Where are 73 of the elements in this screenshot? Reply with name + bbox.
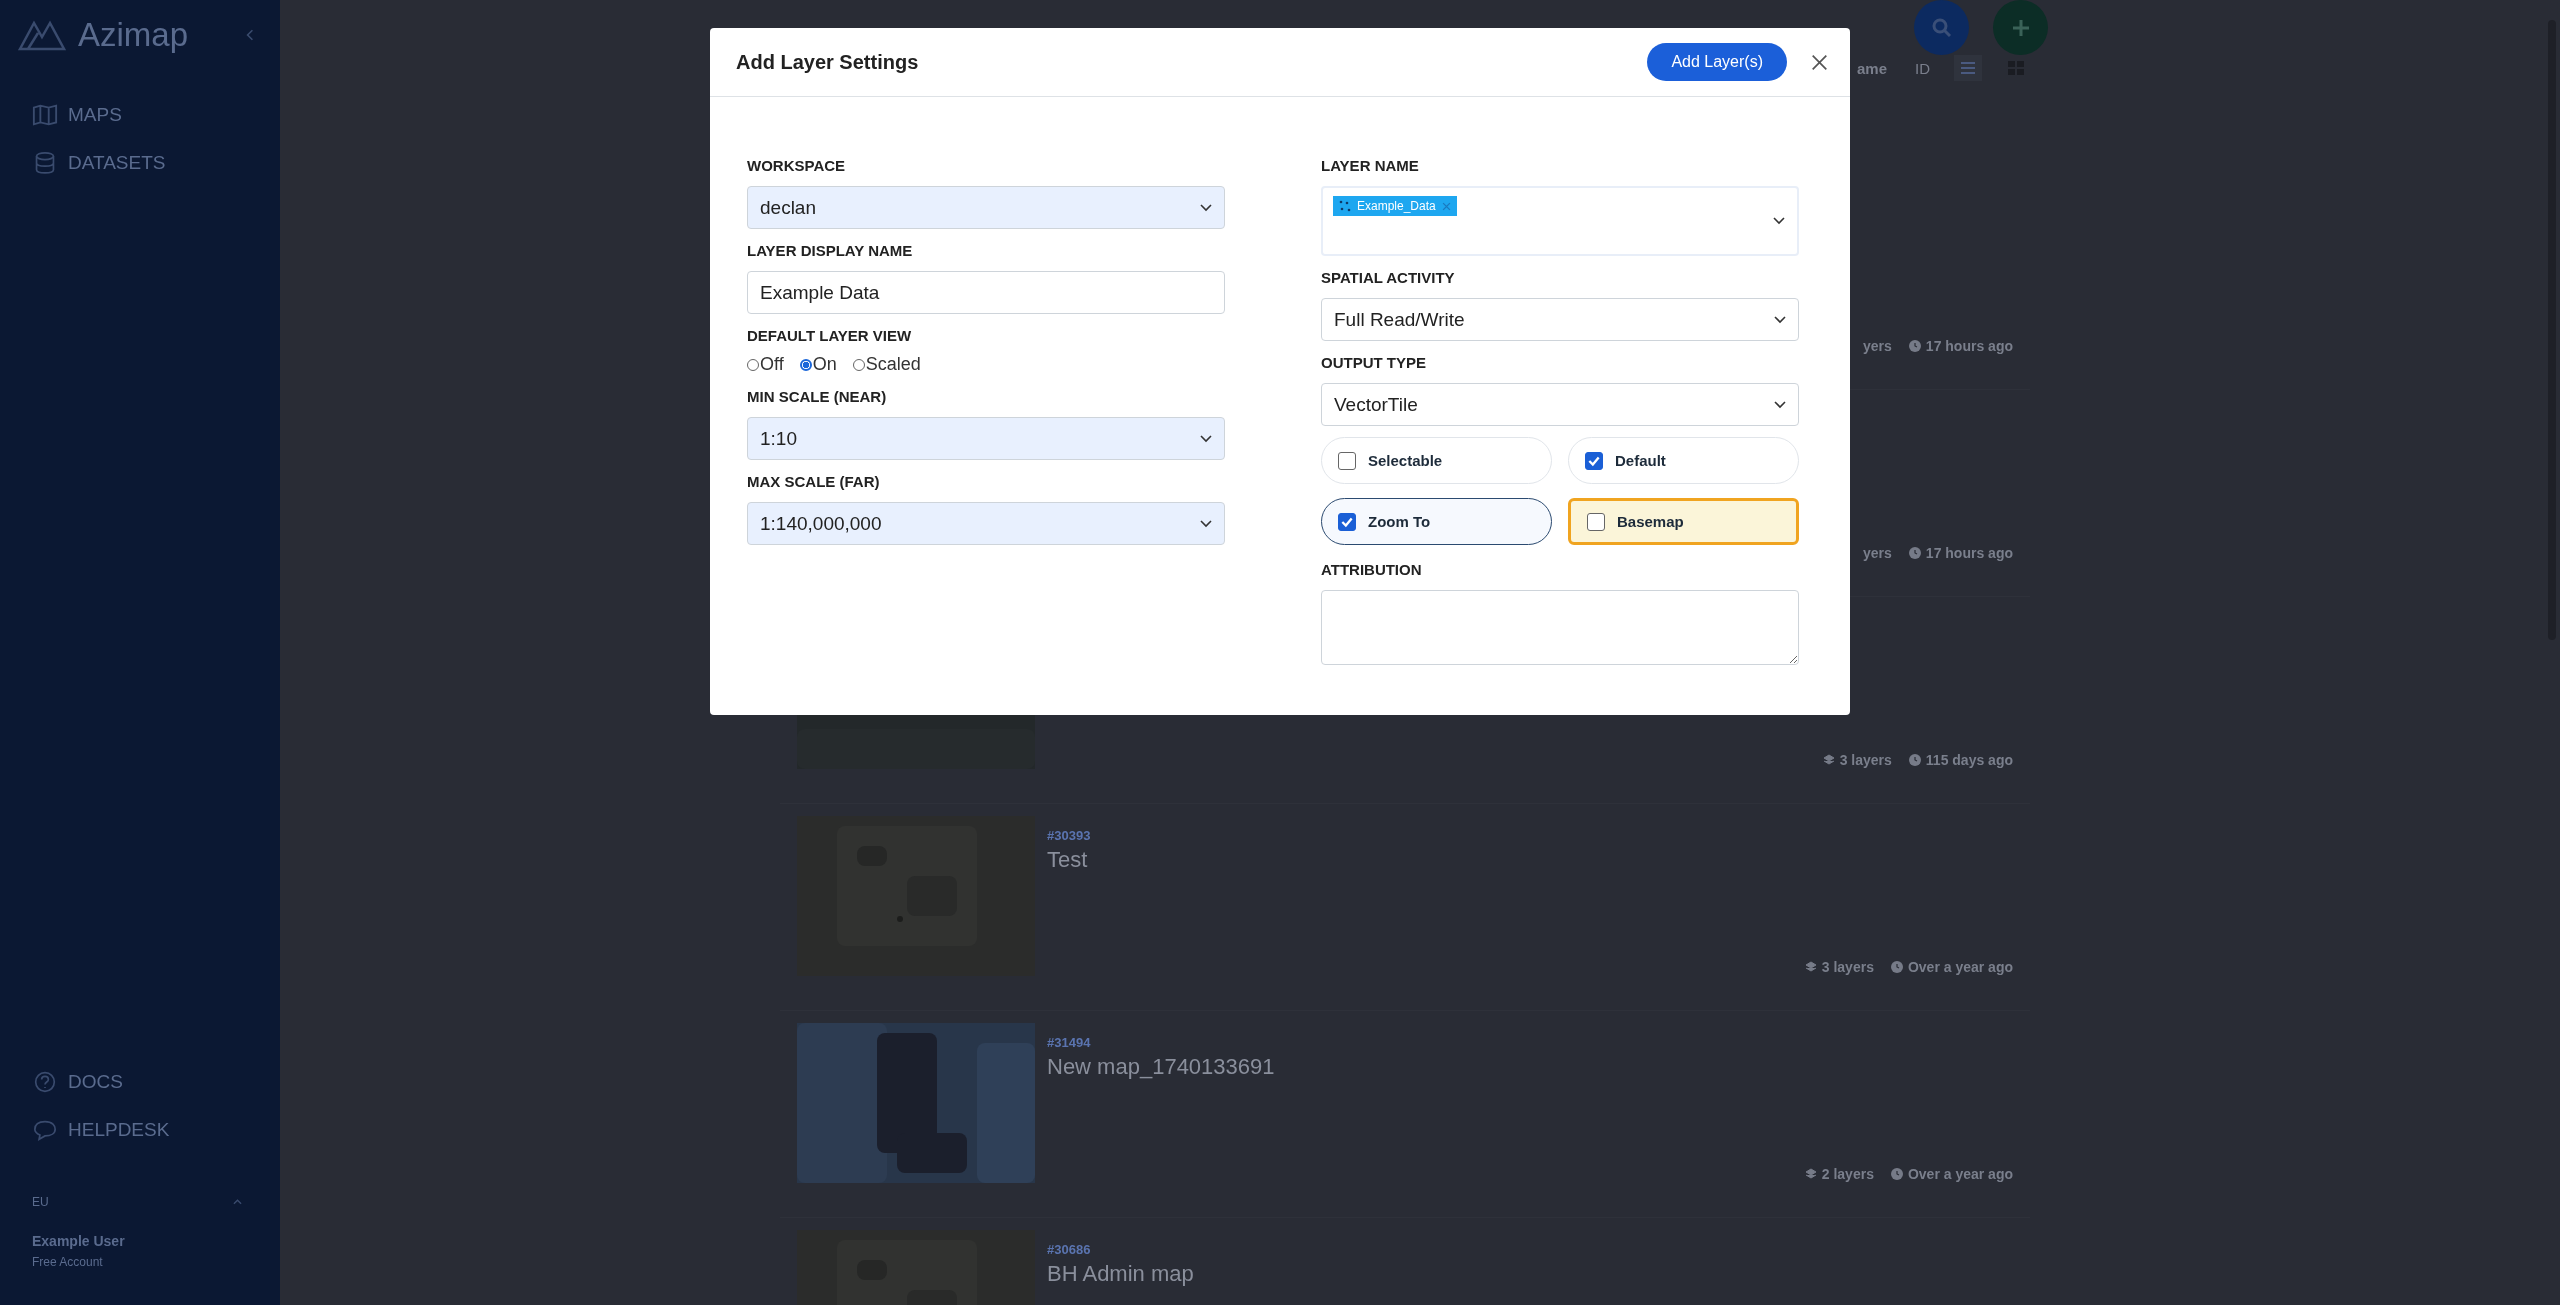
map-title: New map_1740133691	[1047, 1054, 1276, 1080]
chevron-icon	[1774, 315, 1786, 324]
field-label: DEFAULT LAYER VIEW	[747, 326, 913, 346]
logo-text: Azimap	[78, 16, 189, 54]
user-initials: EU	[32, 1195, 49, 1209]
updated-time: Over a year ago	[1907, 1166, 2013, 1182]
chevron-icon	[1774, 400, 1786, 409]
list-view-button[interactable]	[1954, 55, 1982, 81]
field-label: WORKSPACE	[747, 156, 847, 176]
chat-icon	[32, 1119, 58, 1141]
dialog-title: Add Layer Settings	[736, 50, 920, 74]
checkbox-option[interactable]: Zoom To	[1321, 498, 1552, 545]
radio-option[interactable]: On	[799, 354, 837, 375]
select-field[interactable]: VectorTile	[1321, 383, 1799, 426]
field-label: MIN SCALE (NEAR)	[747, 387, 888, 407]
chevron-icon	[1200, 519, 1212, 528]
updated-time: 17 hours ago	[1925, 545, 2013, 561]
map-icon	[32, 104, 58, 126]
layer-count: 3 layers	[1821, 959, 1874, 975]
clock-icon	[1908, 547, 1921, 559]
radio-button[interactable]	[799, 358, 812, 371]
chevron-icon[interactable]	[233, 1199, 242, 1205]
field-label: ATTRIBUTION	[1321, 560, 1423, 580]
collapse-icon[interactable]	[246, 29, 255, 41]
layers-icon	[1804, 961, 1817, 973]
chevron-icon	[1200, 434, 1212, 443]
account-plan: Free Account	[32, 1255, 104, 1269]
updated-time: 17 hours ago	[1925, 338, 2013, 354]
map-title: Test	[1047, 847, 1089, 873]
dots-icon	[1339, 200, 1351, 212]
radio-option[interactable]: Scaled	[852, 354, 921, 375]
layer-count: 3 layers	[1839, 752, 1892, 768]
chevron-icon	[1200, 203, 1212, 212]
checkbox-option[interactable]: Basemap	[1568, 498, 1799, 545]
checkbox[interactable]	[1587, 512, 1605, 531]
layers-icon	[1822, 754, 1835, 766]
map-title: BH Admin map	[1047, 1261, 1195, 1287]
select-field[interactable]: 1:10	[747, 417, 1225, 460]
user-name: Example User	[32, 1233, 126, 1249]
logo-icon	[18, 19, 66, 51]
question-icon	[32, 1071, 58, 1093]
attribution-field[interactable]	[1321, 590, 1799, 665]
select-field[interactable]: declan	[747, 186, 1225, 229]
layers-icon	[1804, 1168, 1817, 1180]
field-label: SPATIAL ACTIVITY	[1321, 268, 1456, 288]
layer-count: yers	[1863, 338, 1892, 354]
layer-count: yers	[1863, 545, 1892, 561]
remove-icon[interactable]	[1441, 201, 1451, 211]
select-field[interactable]: 1:140,000,000	[747, 502, 1225, 545]
list-icon	[1960, 61, 1976, 75]
clock-icon	[1908, 340, 1921, 352]
radio-option[interactable]: Off	[747, 354, 784, 375]
close-icon[interactable]	[1811, 53, 1828, 71]
checkbox[interactable]	[1338, 451, 1356, 470]
search-icon	[1931, 17, 1952, 38]
clock-icon	[1890, 1168, 1903, 1180]
field-label: MAX SCALE (FAR)	[747, 472, 881, 492]
field-label: OUTPUT TYPE	[1321, 353, 1427, 373]
clock-icon	[1908, 754, 1921, 766]
input-field[interactable]: Example Data	[747, 271, 1225, 314]
field-label: LAYER NAME	[1321, 156, 1420, 176]
add-layers-button[interactable]: Add Layer(s)	[1647, 43, 1787, 81]
plus-icon	[2010, 17, 2031, 38]
updated-time: 115 days ago	[1925, 752, 2013, 768]
checkbox[interactable]	[1585, 451, 1603, 470]
field-label: LAYER DISPLAY NAME	[747, 241, 914, 261]
clock-icon	[1890, 961, 1903, 973]
layer-count: 2 layers	[1821, 1166, 1874, 1182]
sort-option[interactable]: ID	[1911, 57, 1934, 79]
select-field[interactable]: Full Read/Write	[1321, 298, 1799, 341]
chevron-icon	[1773, 217, 1785, 225]
updated-time: Over a year ago	[1907, 959, 2013, 975]
checkbox[interactable]	[1338, 512, 1356, 531]
